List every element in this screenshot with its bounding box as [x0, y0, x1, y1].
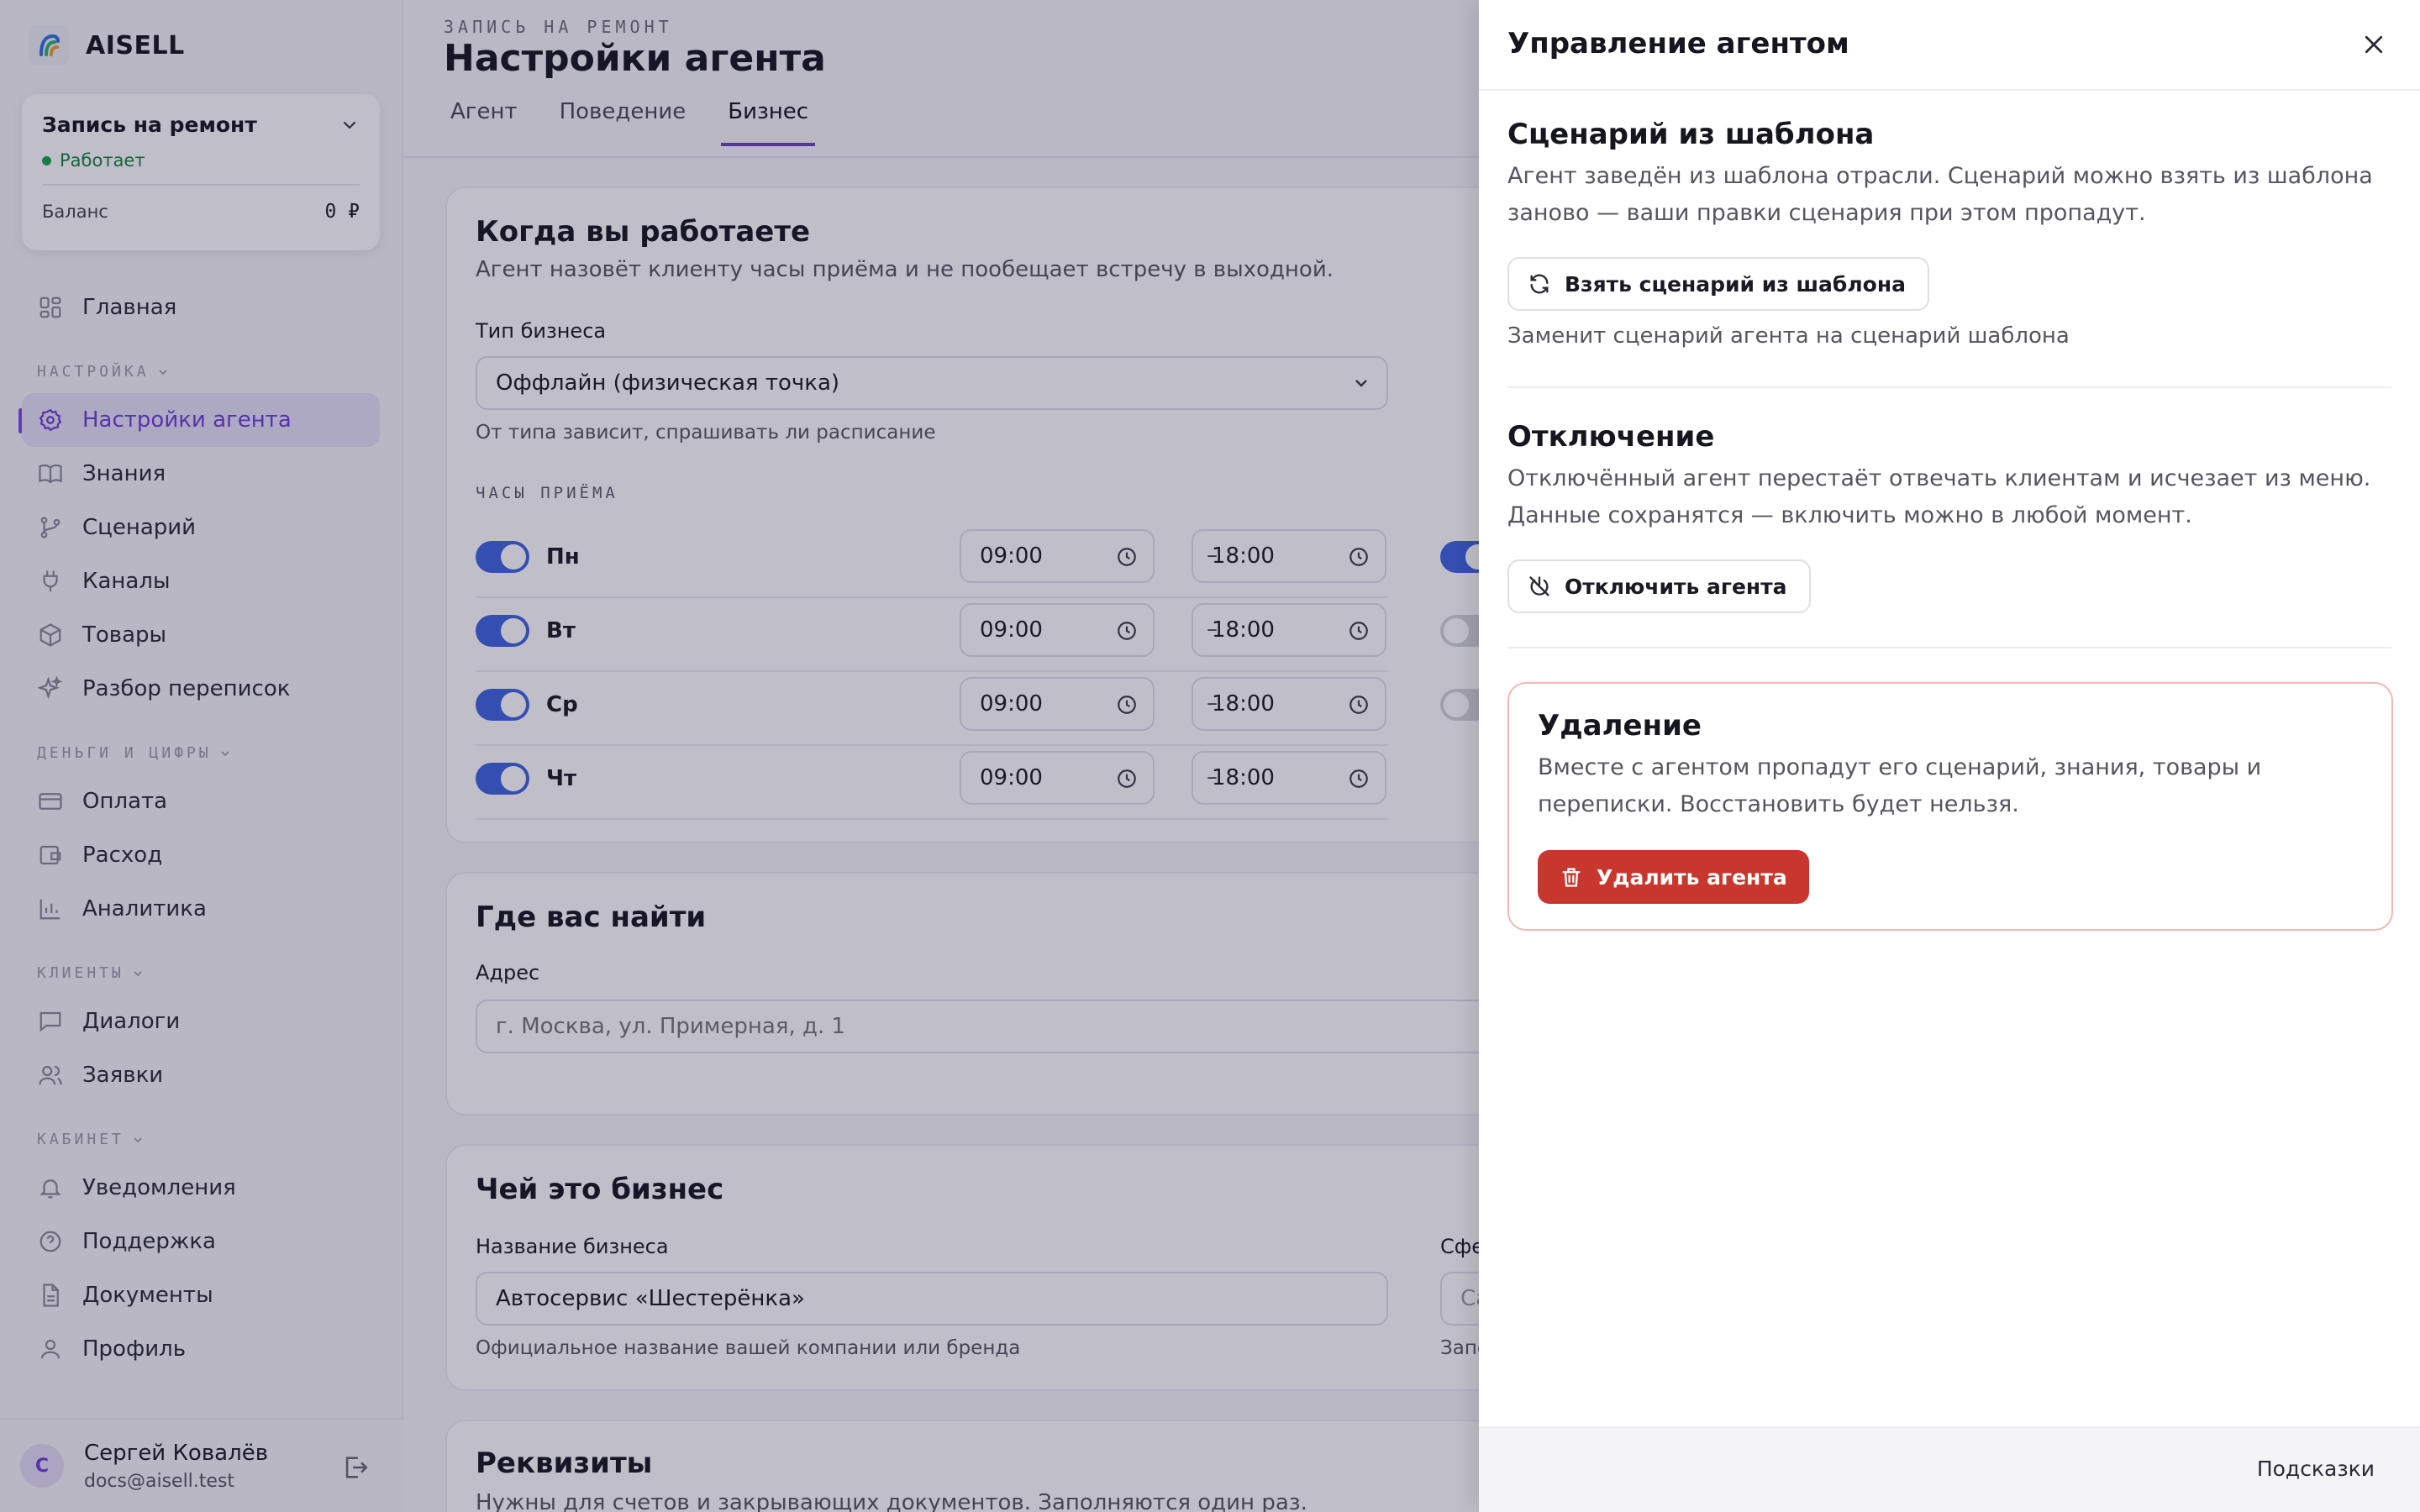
divider — [1507, 386, 2391, 388]
drawer-title: Управление агентом — [1507, 27, 1849, 60]
template-text: Агент заведён из шаблона отрасли. Сценар… — [1507, 163, 2373, 226]
template-heading: Сценарий из шаблона — [1507, 118, 1875, 151]
divider — [1507, 647, 2391, 648]
delete-agent-button[interactable]: Удалить агента — [1538, 850, 1809, 904]
power-off-icon — [1529, 576, 1549, 596]
delete-heading: Удаление — [1538, 709, 1702, 743]
close-icon[interactable] — [2361, 32, 2386, 57]
divider — [1479, 89, 2420, 91]
reset-from-template-button[interactable]: Взять сценарий из шаблона — [1507, 257, 1929, 311]
disable-heading: Отключение — [1507, 420, 1715, 454]
delete-text: Вместе с агентом пропадут его сценарий, … — [1538, 754, 2262, 817]
drawer-footer: Подсказки — [1479, 1426, 2420, 1512]
disable-text: Отключённый агент перестаёт отвечать кли… — [1507, 465, 2371, 528]
agent-management-drawer: Управление агентом Сценарий из шаблона А… — [1479, 0, 2420, 1512]
trash-icon — [1562, 868, 1581, 887]
hints-link[interactable]: Подсказки — [2257, 1457, 2375, 1481]
template-hint: Заменит сценарий агента на сценарий шабл… — [1507, 323, 2070, 349]
danger-zone: Удаление Вместе с агентом пропадут его с… — [1507, 682, 2393, 931]
disable-agent-button[interactable]: Отключить агента — [1507, 559, 1811, 613]
refresh-icon — [1530, 274, 1549, 294]
modal-backdrop[interactable] — [0, 0, 1479, 1512]
